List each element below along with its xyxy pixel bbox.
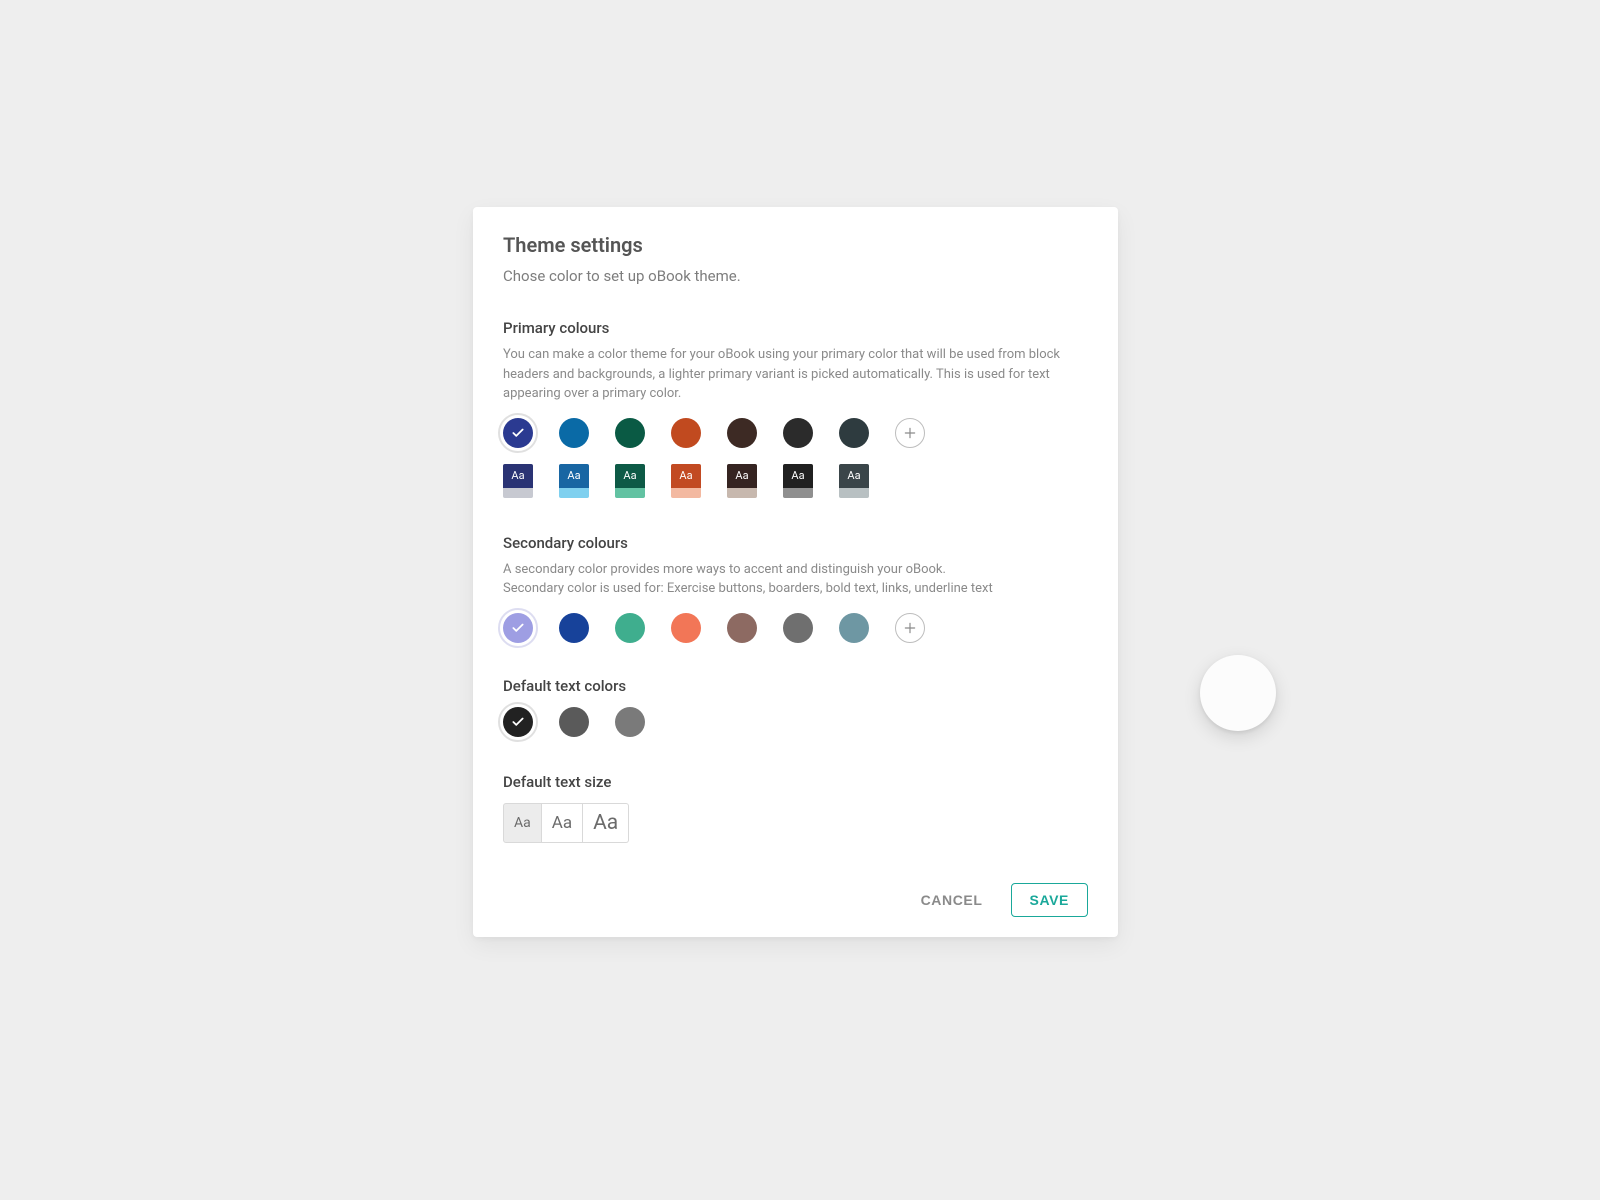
add-primary-color-button[interactable] (895, 418, 925, 448)
preview-label: Aa (727, 464, 757, 488)
preview-variant (727, 488, 757, 498)
theme-settings-dialog: Theme settings Chose color to set up oBo… (473, 207, 1118, 937)
text-color-swatch-row (503, 707, 1088, 737)
primary-preview-4[interactable]: Aa (727, 464, 757, 498)
text-color-swatch-0[interactable] (503, 707, 533, 737)
primary-swatch-2[interactable] (615, 418, 645, 448)
primary-swatch-4[interactable] (727, 418, 757, 448)
check-icon (511, 426, 525, 440)
preview-label: Aa (671, 464, 701, 488)
preview-label: Aa (783, 464, 813, 488)
plus-icon (903, 426, 917, 440)
preview-label: Aa (559, 464, 589, 488)
text-size-row: Aa Aa Aa (503, 803, 1088, 843)
text-color-swatch-1[interactable] (559, 707, 589, 737)
dialog-title: Theme settings (503, 233, 1088, 257)
primary-swatch-row (503, 418, 1088, 448)
primary-section-title: Primary colours (503, 319, 1088, 337)
secondary-swatch-4[interactable] (727, 613, 757, 643)
secondary-swatch-3[interactable] (671, 613, 701, 643)
secondary-swatch-row (503, 613, 1088, 643)
text-color-swatch-2[interactable] (615, 707, 645, 737)
check-icon (511, 621, 525, 635)
primary-preview-6[interactable]: Aa (839, 464, 869, 498)
secondary-swatch-2[interactable] (615, 613, 645, 643)
primary-preview-2[interactable]: Aa (615, 464, 645, 498)
primary-swatch-5[interactable] (783, 418, 813, 448)
cancel-button[interactable]: CANCEL (917, 884, 987, 916)
preview-variant (615, 488, 645, 498)
preview-variant (839, 488, 869, 498)
preview-label: Aa (615, 464, 645, 488)
secondary-swatch-1[interactable] (559, 613, 589, 643)
primary-section-description: You can make a color theme for your oBoo… (503, 345, 1088, 404)
primary-swatch-6[interactable] (839, 418, 869, 448)
preview-label: Aa (503, 464, 533, 488)
primary-swatch-1[interactable] (559, 418, 589, 448)
text-size-large-button[interactable]: Aa (583, 803, 629, 843)
preview-variant (783, 488, 813, 498)
primary-preview-5[interactable]: Aa (783, 464, 813, 498)
secondary-swatch-5[interactable] (783, 613, 813, 643)
preview-variant (503, 488, 533, 498)
floating-action-button[interactable] (1200, 655, 1276, 731)
secondary-swatch-6[interactable] (839, 613, 869, 643)
check-icon (511, 715, 525, 729)
preview-variant (559, 488, 589, 498)
text-size-medium-button[interactable]: Aa (542, 803, 583, 843)
secondary-section-title: Secondary colours (503, 534, 1088, 552)
secondary-swatch-0[interactable] (503, 613, 533, 643)
text-size-small-button[interactable]: Aa (503, 803, 542, 843)
plus-icon (903, 621, 917, 635)
save-button[interactable]: SAVE (1011, 883, 1089, 917)
dialog-footer: CANCEL SAVE (503, 873, 1088, 917)
secondary-desc-line1: A secondary color provides more ways to … (503, 562, 946, 577)
primary-swatch-3[interactable] (671, 418, 701, 448)
preview-variant (671, 488, 701, 498)
secondary-desc-line2: Secondary color is used for: Exercise bu… (503, 581, 993, 596)
preview-label: Aa (839, 464, 869, 488)
text-size-section-title: Default text size (503, 773, 1088, 791)
primary-preview-3[interactable]: Aa (671, 464, 701, 498)
primary-preview-row: Aa Aa Aa Aa Aa Aa Aa (503, 464, 1088, 498)
primary-preview-0[interactable]: Aa (503, 464, 533, 498)
primary-preview-1[interactable]: Aa (559, 464, 589, 498)
text-colors-section-title: Default text colors (503, 677, 1088, 695)
dialog-subtitle: Chose color to set up oBook theme. (503, 267, 1088, 285)
add-secondary-color-button[interactable] (895, 613, 925, 643)
primary-swatch-0[interactable] (503, 418, 533, 448)
secondary-section-description: A secondary color provides more ways to … (503, 560, 1088, 599)
